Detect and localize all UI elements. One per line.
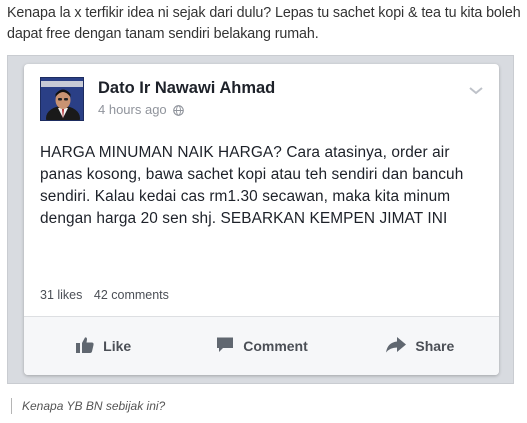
comment-label: Comment (243, 338, 308, 354)
chevron-down-icon[interactable] (468, 83, 484, 101)
likes-count[interactable]: 31 likes (40, 288, 82, 302)
post-screenshot-image: Dato Ir Nawawi Ahmad 4 hours ago HARGA M… (7, 55, 514, 384)
avatar[interactable] (40, 77, 84, 121)
comments-count[interactable]: 42 comments (94, 288, 169, 302)
comment-button[interactable]: Comment (182, 317, 340, 375)
share-arrow-icon (385, 336, 407, 357)
post-stats: 31 likes 42 comments (40, 288, 169, 302)
like-label: Like (103, 338, 132, 354)
comment-icon (215, 336, 235, 357)
post-header: Dato Ir Nawawi Ahmad 4 hours ago (40, 77, 483, 127)
like-button[interactable]: Like (24, 317, 182, 375)
image-caption: Kenapa YB BN sebijak ini? (11, 398, 165, 414)
post-time-label: 4 hours ago (98, 102, 167, 117)
share-label: Share (415, 338, 455, 354)
globe-icon (173, 104, 185, 119)
share-button[interactable]: Share (341, 317, 499, 375)
thumbs-up-icon (75, 336, 95, 357)
caption-top: Kenapa la x terfikir idea ni sejak dari … (7, 5, 521, 42)
author-name[interactable]: Dato Ir Nawawi Ahmad (98, 79, 275, 98)
post-timestamp[interactable]: 4 hours ago (98, 102, 185, 119)
action-bar: Like Comment Share (24, 316, 499, 375)
post-body-text: HARGA MINUMAN NAIK HARGA? Cara atasinya,… (40, 144, 464, 227)
facebook-post-card: Dato Ir Nawawi Ahmad 4 hours ago HARGA M… (24, 64, 499, 375)
